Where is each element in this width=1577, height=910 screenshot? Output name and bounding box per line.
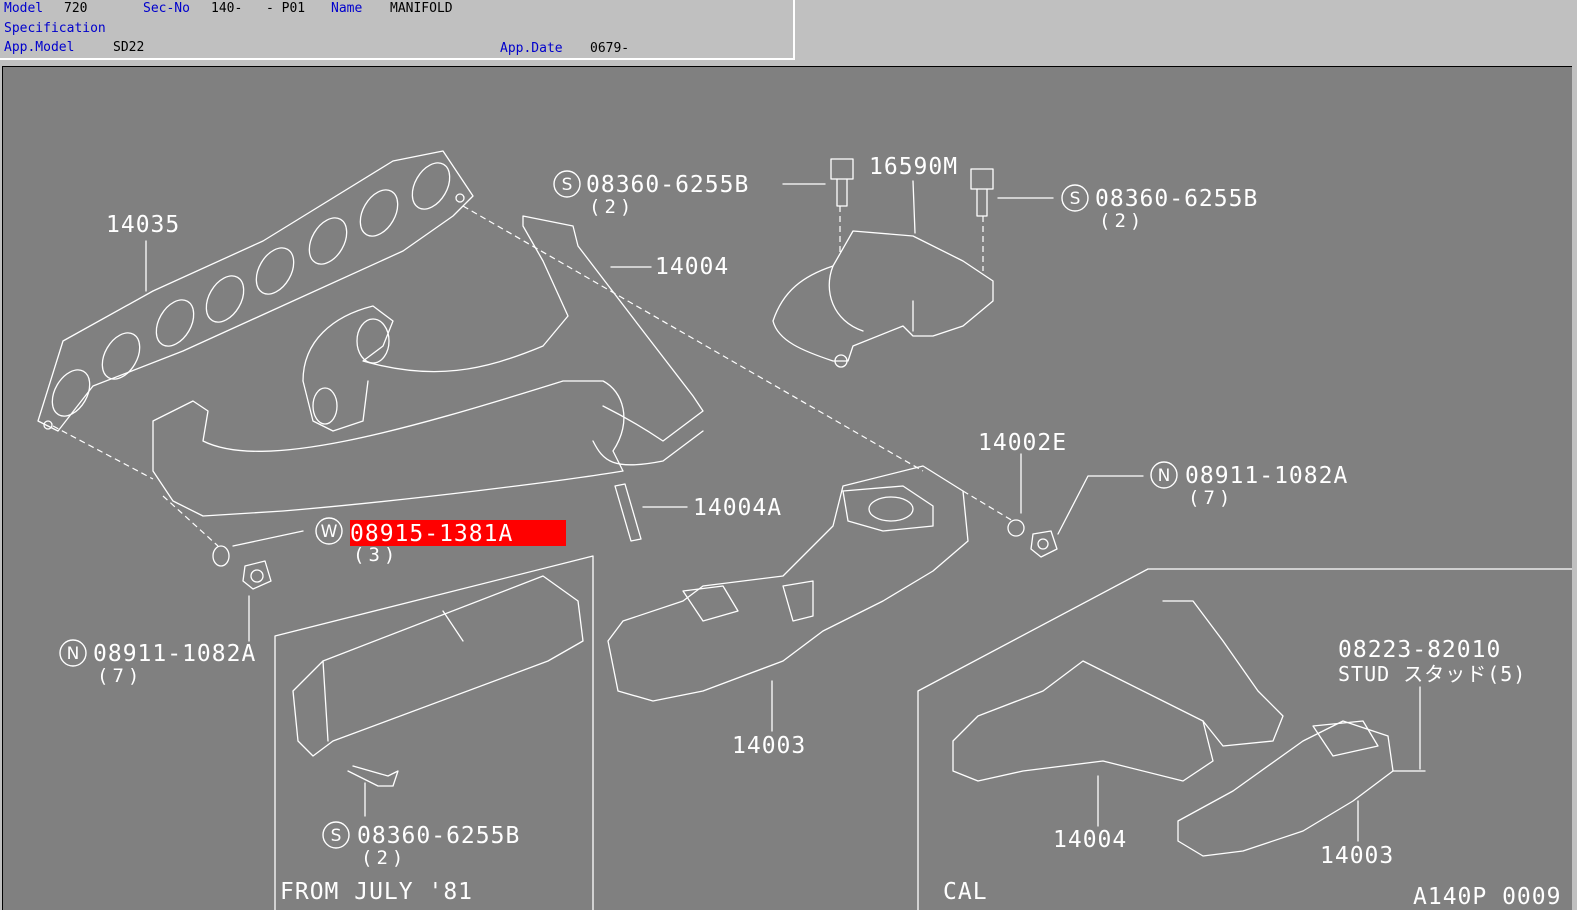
part-label-nut-right[interactable]: 08911-1082A xyxy=(1185,463,1348,489)
exhaust-manifold-14003 xyxy=(607,465,1058,702)
part-label-14004[interactable]: 14004 xyxy=(655,254,729,280)
stud-14004a xyxy=(614,483,642,542)
qty-washer: (3) xyxy=(353,544,399,566)
part-label-nut-left[interactable]: 08911-1082A xyxy=(93,641,256,667)
s-symbol-text: S xyxy=(562,175,573,195)
n-symbol-text: N xyxy=(67,644,80,664)
qty-bolt-inset: (2) xyxy=(361,847,407,869)
heat-shield-16590m xyxy=(772,230,994,368)
part-label-16590m[interactable]: 16590M xyxy=(869,154,958,180)
assembly-dashed-lines xyxy=(52,205,1014,547)
secno-suffix: - P01 xyxy=(266,1,306,16)
parts-diagram-canvas[interactable]: S S N W N S 14035 14004 16590M 08360-625… xyxy=(2,66,1572,910)
n-symbol-text: N xyxy=(1158,466,1171,486)
s-symbol-text: S xyxy=(1070,189,1081,209)
inset-caption: FROM JULY '81 xyxy=(280,879,473,905)
name-value: MANIFOLD xyxy=(390,1,453,16)
secno-value: 140- xyxy=(211,1,243,16)
stud-description: STUD スタッド(5) xyxy=(1338,662,1526,686)
app-model-label: App.Model xyxy=(4,40,75,55)
model-label: Model xyxy=(4,1,44,16)
app-date-value: 0679- xyxy=(590,41,630,56)
part-label-bolt-top-left[interactable]: 08360-6255B xyxy=(586,172,749,198)
s-symbol-text: S xyxy=(331,826,342,846)
part-label-bolt-top-right[interactable]: 08360-6255B xyxy=(1095,186,1258,212)
qty-bolt-top-left: (2) xyxy=(589,196,635,218)
drawing-code: A140P 0009 xyxy=(1413,884,1561,910)
part-label-cal-14004[interactable]: 14004 xyxy=(1053,827,1127,853)
specification-label: Specification xyxy=(4,21,106,36)
parts-diagram: S S N W N S 14035 14004 16590M 08360-625… xyxy=(37,150,1572,910)
qty-nut-left: (7) xyxy=(97,665,143,687)
manifold-gasket-14035 xyxy=(37,150,474,432)
part-label-14002e[interactable]: 14002E xyxy=(978,430,1067,456)
part-label-14035[interactable]: 14035 xyxy=(106,212,180,238)
part-label-14003[interactable]: 14003 xyxy=(732,733,806,759)
secno-label: Sec-No xyxy=(143,1,190,16)
part-info-header: Model 720 Sec-No 140- - P01 Name MANIFOL… xyxy=(0,0,795,60)
cal-caption: CAL xyxy=(943,879,988,905)
w-symbol-text: W xyxy=(321,522,338,542)
part-label-bolt-inset[interactable]: 08360-6255B xyxy=(357,823,520,849)
qty-nut-right: (7) xyxy=(1188,487,1234,509)
part-label-14004a[interactable]: 14004A xyxy=(693,495,782,521)
part-label-cal-14003[interactable]: 14003 xyxy=(1320,843,1394,869)
app-date-label: App.Date xyxy=(500,41,563,56)
name-label: Name xyxy=(331,1,363,16)
model-value: 720 xyxy=(64,1,88,16)
cal-frame xyxy=(917,568,1572,910)
symbol-markers: S S N W N S xyxy=(59,170,1178,849)
app-model-value: SD22 xyxy=(113,40,145,55)
exhaust-manifold-14004 xyxy=(152,215,704,517)
qty-bolt-top-right: (2) xyxy=(1099,210,1145,232)
washer-and-nut-left xyxy=(212,545,272,590)
part-label-stud[interactable]: 08223-82010 xyxy=(1338,637,1501,663)
inset-frame-july81 xyxy=(274,555,594,910)
